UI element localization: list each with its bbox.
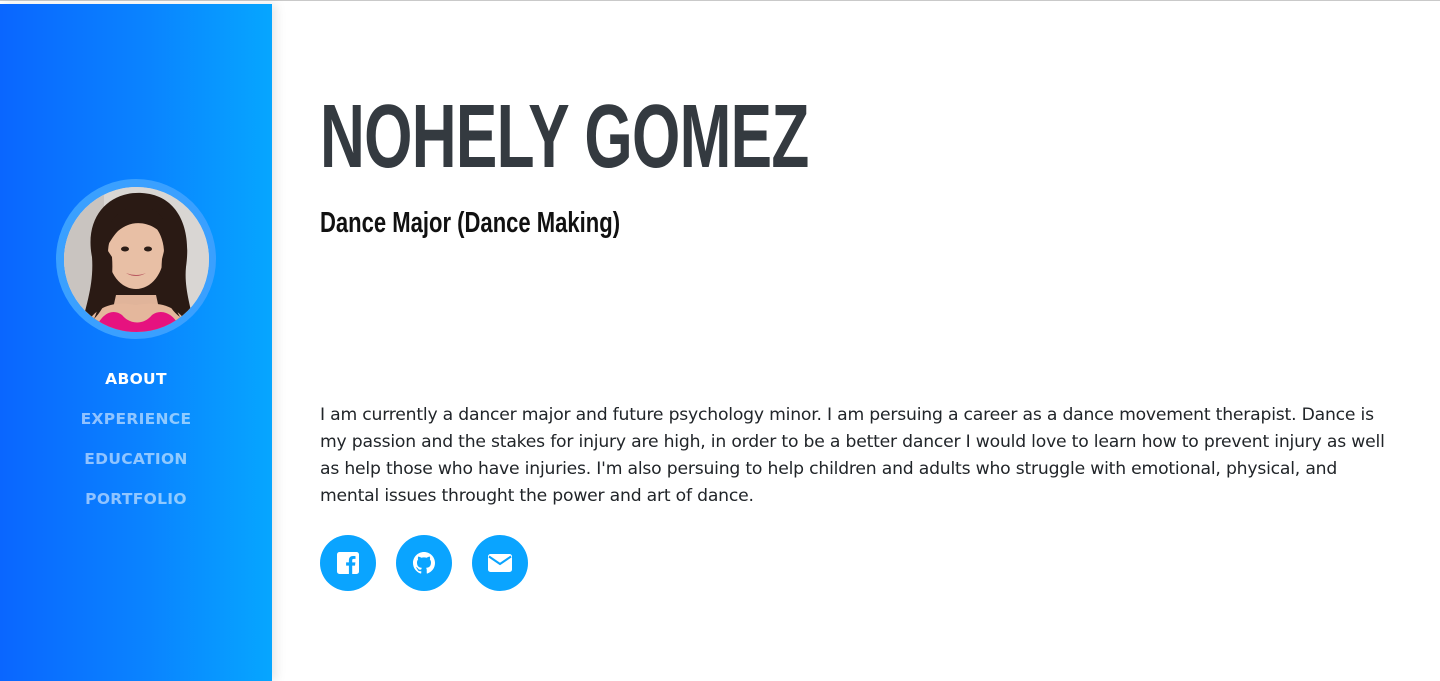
- sidebar-nav: ABOUT EXPERIENCE EDUCATION PORTFOLIO: [0, 359, 272, 519]
- about-section: NOHELY GOMEZ Dance Major (Dance Making) …: [320, 0, 1400, 681]
- facebook-icon: [337, 552, 359, 574]
- avatar: [63, 186, 209, 332]
- envelope-icon: [488, 554, 512, 572]
- facebook-button[interactable]: [320, 535, 376, 591]
- profile-photo: [63, 186, 209, 332]
- social-links: [320, 535, 528, 591]
- subtitle: Dance Major (Dance Making): [320, 207, 621, 239]
- avatar-ring: [56, 179, 216, 339]
- sidebar: ABOUT EXPERIENCE EDUCATION PORTFOLIO: [0, 4, 272, 681]
- nav-item-experience[interactable]: EXPERIENCE: [0, 399, 272, 439]
- bio-text: I am currently a dancer major and future…: [320, 405, 1385, 506]
- nav-item-portfolio[interactable]: PORTFOLIO: [0, 479, 272, 519]
- github-icon: [413, 552, 435, 574]
- github-button[interactable]: [396, 535, 452, 591]
- nav-item-about[interactable]: ABOUT: [0, 359, 272, 399]
- page-title: NOHELY GOMEZ: [320, 87, 809, 187]
- nav-item-education[interactable]: EDUCATION: [0, 439, 272, 479]
- email-button[interactable]: [472, 535, 528, 591]
